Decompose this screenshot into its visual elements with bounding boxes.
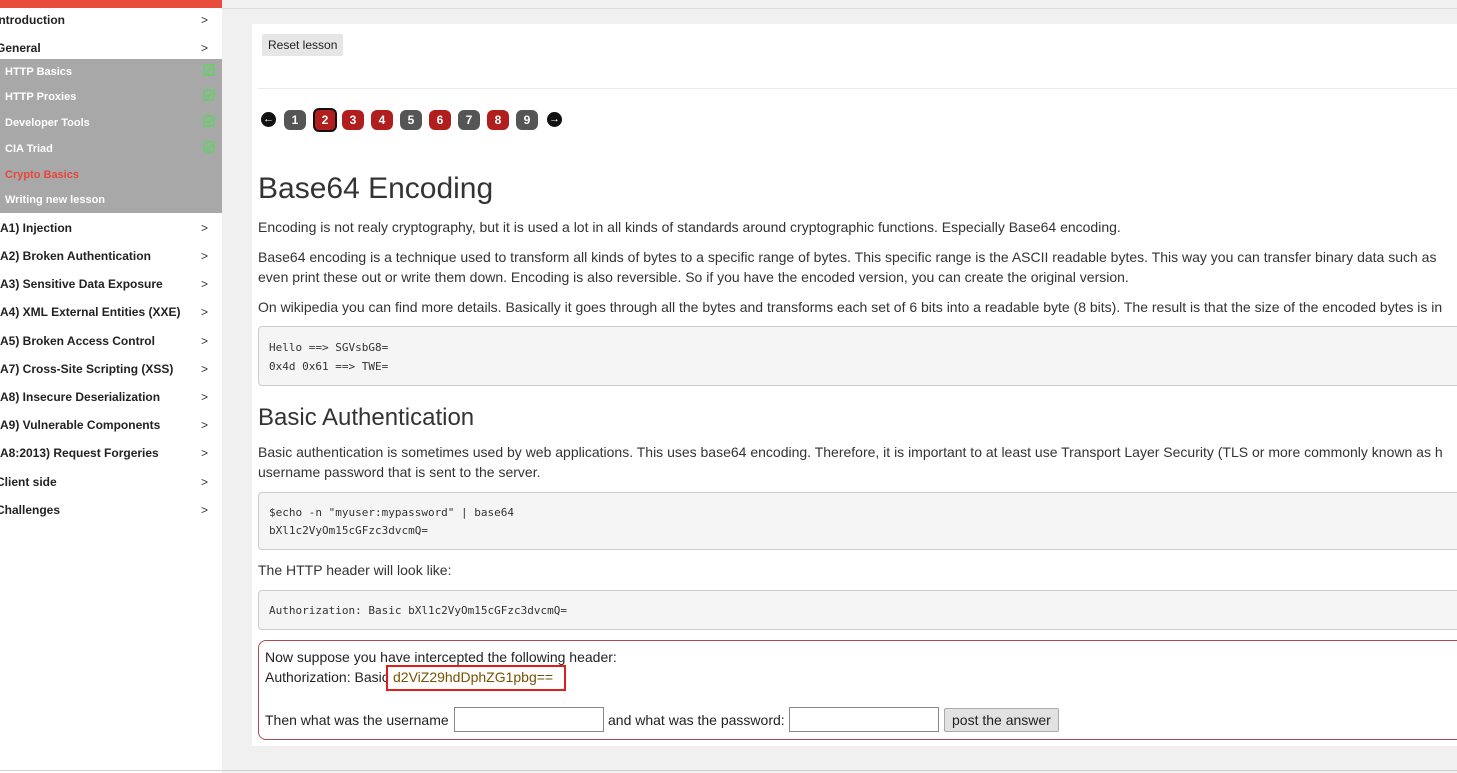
sidebar-item-label: (A8) Insecure Deserialization bbox=[0, 390, 161, 404]
password-label: and what was the password: bbox=[608, 712, 785, 728]
authorization-label: Authorization: Basic bbox=[265, 669, 389, 685]
paragraph-base64-2: even print these out or write them down.… bbox=[258, 269, 1129, 285]
assignment-prompt: Now suppose you have intercepted the fol… bbox=[265, 649, 617, 665]
page-button-8[interactable]: 8 bbox=[487, 110, 509, 130]
sidebar-item-a7-xss[interactable]: (A7) Cross-Site Scripting (XSS) > bbox=[0, 355, 222, 383]
username-input[interactable] bbox=[454, 707, 604, 732]
code-block-examples: Hello ==> SGVsbG8= 0x4d 0x61 ==> TWE= bbox=[258, 326, 1457, 386]
sidebar-item-label: Challenges bbox=[0, 503, 61, 517]
page-title: Base64 Encoding bbox=[258, 172, 494, 205]
code-line: $echo -n "myuser:mypassword" | base64 bbox=[269, 506, 515, 519]
chevron-right-icon: > bbox=[200, 277, 208, 291]
code-line: Hello ==> SGVsbG8= bbox=[269, 341, 389, 354]
check-square-icon bbox=[203, 89, 215, 101]
chevron-right-icon: > bbox=[200, 13, 208, 27]
page-button-1[interactable]: 1 bbox=[284, 110, 306, 130]
chevron-right-icon: > bbox=[200, 390, 208, 404]
paragraph-wikipedia: On wikipedia you can find more details. … bbox=[258, 299, 1443, 315]
page-button-5[interactable]: 5 bbox=[400, 110, 422, 130]
check-square-icon bbox=[203, 64, 215, 76]
submenu-item-writing-new-lesson[interactable]: Writing new lesson bbox=[5, 194, 105, 206]
page-button-9[interactable]: 9 bbox=[516, 110, 538, 130]
sidebar-item-a3-sensitive-data-exposure[interactable]: (A3) Sensitive Data Exposure > bbox=[0, 270, 222, 298]
submenu-item-http-proxies[interactable]: HTTP Proxies bbox=[5, 91, 76, 103]
divider bbox=[258, 88, 1457, 89]
code-line: bXl1c2VyOm15cGFzc3dvcmQ= bbox=[269, 524, 428, 537]
sidebar-item-a5-broken-access-control[interactable]: (A5) Broken Access Control > bbox=[0, 327, 222, 355]
sidebar-item-a9-vulnerable-components[interactable]: (A9) Vulnerable Components > bbox=[0, 411, 222, 439]
section-title: Basic Authentication bbox=[258, 404, 475, 431]
sidebar-item-label: General bbox=[0, 41, 41, 55]
paragraph-basic-auth-2: username password that is sent to the se… bbox=[258, 464, 541, 480]
sidebar-item-label: (A5) Broken Access Control bbox=[0, 334, 155, 348]
code-line: 0x4d 0x61 ==> TWE= bbox=[269, 360, 389, 373]
sidebar-item-challenges[interactable]: Challenges > bbox=[0, 496, 222, 524]
password-input[interactable] bbox=[789, 707, 939, 732]
sidebar-item-label: (A2) Broken Authentication bbox=[0, 249, 151, 263]
chevron-right-icon: > bbox=[200, 41, 208, 55]
sidebar-item-a1-injection[interactable]: (A1) Injection > bbox=[0, 214, 222, 242]
page-button-3[interactable]: 3 bbox=[342, 110, 364, 130]
sidebar: Introduction > General > HTTP Basics HTT… bbox=[0, 0, 222, 773]
chevron-right-icon: > bbox=[200, 475, 208, 489]
submenu-item-http-basics[interactable]: HTTP Basics bbox=[5, 66, 72, 78]
username-label: Then what was the username bbox=[265, 712, 449, 728]
sidebar-item-label: Client side bbox=[0, 475, 57, 489]
paragraph-header: The HTTP header will look like: bbox=[258, 562, 452, 578]
paragraph-base64-1: Base64 encoding is a technique used to t… bbox=[258, 249, 1437, 265]
sidebar-item-request-forgeries[interactable]: (A8:2013) Request Forgeries > bbox=[0, 439, 222, 467]
sidebar-item-label: (A7) Cross-Site Scripting (XSS) bbox=[0, 362, 174, 376]
code-block-header: Authorization: Basic bXl1c2VyOm15cGFzc3d… bbox=[258, 590, 1457, 630]
sidebar-item-label: (A3) Sensitive Data Exposure bbox=[0, 277, 163, 291]
post-answer-button[interactable]: post the answer bbox=[944, 708, 1059, 732]
arrow-left-icon[interactable]: ← bbox=[261, 112, 276, 127]
encoded-credentials: d2ViZ29hdDphZG1pbg== bbox=[393, 669, 554, 685]
submenu-general: HTTP Basics HTTP Proxies Developer Tools… bbox=[0, 59, 222, 213]
page-button-6[interactable]: 6 bbox=[429, 110, 451, 130]
sidebar-item-introduction[interactable]: Introduction > bbox=[0, 6, 222, 34]
chevron-right-icon: > bbox=[200, 362, 208, 376]
sidebar-item-label: Introduction bbox=[0, 13, 65, 27]
page-button-2[interactable]: 2 bbox=[313, 108, 337, 132]
check-square-icon bbox=[203, 141, 215, 153]
sidebar-item-client-side[interactable]: Client side > bbox=[0, 468, 222, 496]
submenu-item-developer-tools[interactable]: Developer Tools bbox=[5, 117, 90, 129]
reset-lesson-button[interactable]: Reset lesson bbox=[262, 34, 344, 56]
chevron-right-icon: > bbox=[200, 503, 208, 517]
sidebar-item-label: (A1) Injection bbox=[0, 221, 73, 235]
page-button-4[interactable]: 4 bbox=[371, 110, 393, 130]
paragraph-intro: Encoding is not realy cryptography, but … bbox=[258, 219, 1121, 235]
page-button-7[interactable]: 7 bbox=[458, 110, 480, 130]
chevron-right-icon: > bbox=[200, 305, 208, 319]
chevron-right-icon: > bbox=[200, 334, 208, 348]
submenu-item-cia-triad[interactable]: CIA Triad bbox=[5, 143, 53, 155]
sidebar-item-label: (A9) Vulnerable Components bbox=[0, 418, 161, 432]
main-top-divider bbox=[222, 8, 1457, 9]
code-line: Authorization: Basic bXl1c2VyOm15cGFzc3d… bbox=[269, 604, 568, 617]
chevron-right-icon: > bbox=[200, 249, 208, 263]
chevron-right-icon: > bbox=[200, 418, 208, 432]
sidebar-item-a2-broken-authentication[interactable]: (A2) Broken Authentication > bbox=[0, 242, 222, 270]
sidebar-item-a4-xxe[interactable]: (A4) XML External Entities (XXE) > bbox=[0, 298, 222, 326]
sidebar-item-a8-insecure-deserialization[interactable]: (A8) Insecure Deserialization > bbox=[0, 383, 222, 411]
sidebar-item-general[interactable]: General > bbox=[0, 34, 222, 62]
submenu-item-crypto-basics[interactable]: Crypto Basics bbox=[5, 169, 79, 181]
sidebar-item-label: (A8:2013) Request Forgeries bbox=[0, 446, 159, 460]
check-square-icon bbox=[203, 115, 215, 127]
arrow-right-icon[interactable]: → bbox=[547, 112, 562, 127]
paragraph-basic-auth-1: Basic authentication is sometimes used b… bbox=[258, 444, 1443, 460]
chevron-right-icon: > bbox=[200, 446, 208, 460]
bottom-divider bbox=[0, 770, 1457, 771]
chevron-right-icon: > bbox=[200, 221, 208, 235]
sidebar-item-label: (A4) XML External Entities (XXE) bbox=[0, 305, 181, 319]
code-block-echo: $echo -n "myuser:mypassword" | base64 bX… bbox=[258, 492, 1457, 550]
